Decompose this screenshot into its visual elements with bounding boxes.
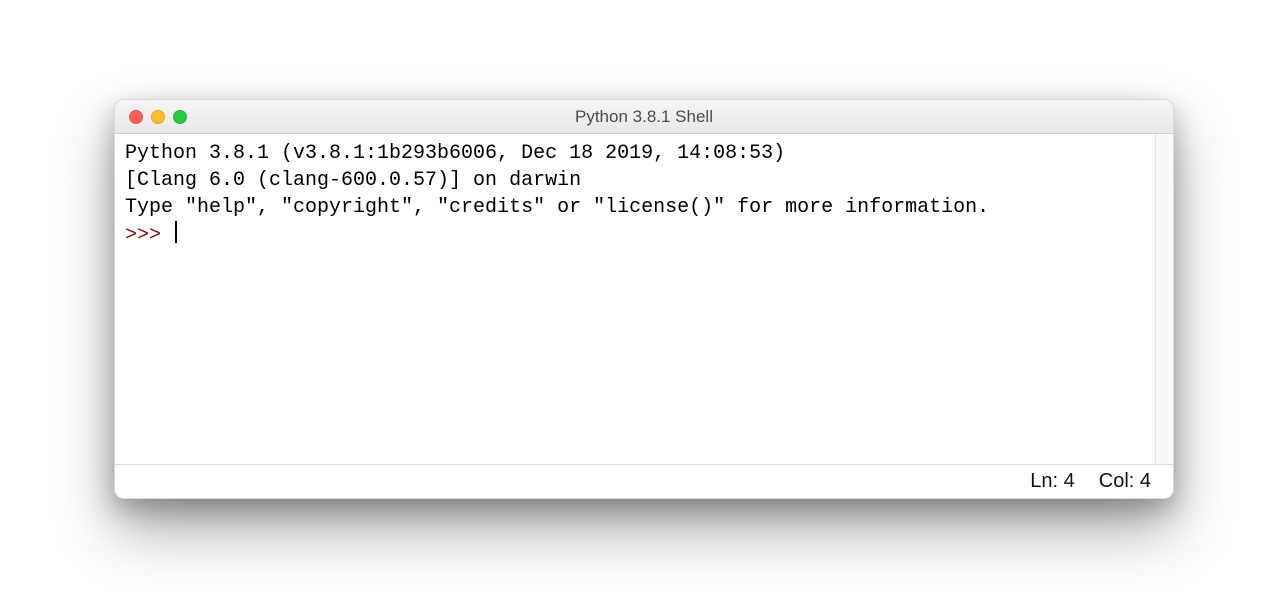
minimize-button[interactable]: [151, 110, 165, 124]
banner-line-3: Type "help", "copyright", "credits" or "…: [125, 196, 989, 219]
banner-line-1: Python 3.8.1 (v3.8.1:1b293b6006, Dec 18 …: [125, 142, 797, 165]
zoom-button[interactable]: [173, 110, 187, 124]
vertical-scrollbar[interactable]: [1155, 134, 1173, 464]
shell-window: Python 3.8.1 Shell Python 3.8.1 (v3.8.1:…: [114, 99, 1174, 499]
banner-line-2: [Clang 6.0 (clang-600.0.57)] on darwin: [125, 169, 581, 192]
titlebar[interactable]: Python 3.8.1 Shell: [115, 100, 1173, 134]
close-button[interactable]: [129, 110, 143, 124]
content-area: Python 3.8.1 (v3.8.1:1b293b6006, Dec 18 …: [115, 134, 1173, 464]
statusbar: Ln: 4 Col: 4: [115, 464, 1173, 498]
window-title: Python 3.8.1 Shell: [115, 107, 1173, 127]
line-indicator: Ln: 4: [1030, 470, 1074, 493]
text-cursor: [175, 221, 177, 243]
shell-editor[interactable]: Python 3.8.1 (v3.8.1:1b293b6006, Dec 18 …: [115, 134, 1155, 464]
traffic-lights: [115, 110, 187, 124]
column-indicator: Col: 4: [1099, 470, 1151, 493]
prompt: >>>: [125, 224, 173, 247]
